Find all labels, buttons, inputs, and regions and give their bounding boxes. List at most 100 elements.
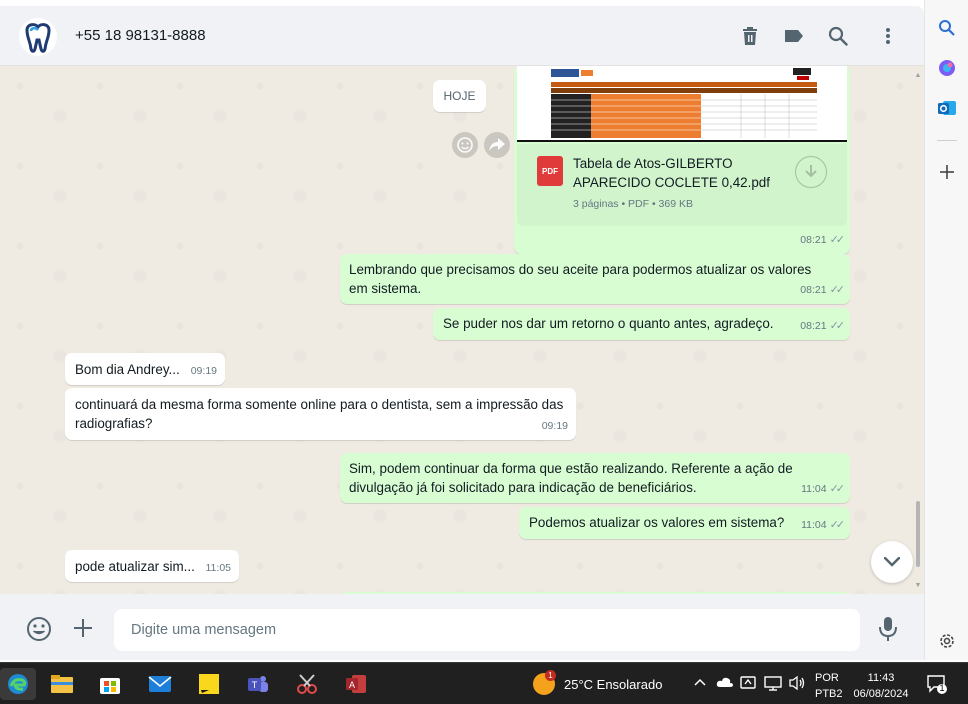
document-preview[interactable] bbox=[517, 66, 847, 142]
document-filename[interactable]: Tabela de Atos-GILBERTO APARECIDO COCLET… bbox=[573, 154, 783, 192]
delete-icon[interactable] bbox=[737, 23, 763, 49]
download-icon bbox=[805, 165, 817, 178]
taskbar-edge-icon[interactable] bbox=[0, 668, 36, 700]
label-icon[interactable] bbox=[781, 23, 807, 49]
add-icon[interactable] bbox=[935, 160, 959, 184]
taskbar-snipping-tool-icon[interactable] bbox=[289, 668, 325, 700]
windows-taskbar: T A 1 25°C Ensolarado POR PTB2 11:43 06/… bbox=[0, 662, 968, 704]
microphone-icon bbox=[879, 617, 897, 641]
message-meta: 11:05 bbox=[206, 559, 232, 578]
taskbar-access-icon[interactable]: A bbox=[338, 668, 374, 700]
plus-icon bbox=[74, 619, 92, 637]
scrollbar-thumb[interactable] bbox=[916, 501, 920, 567]
tray-volume-icon[interactable] bbox=[788, 675, 806, 694]
notification-count: 1 bbox=[939, 683, 945, 693]
message-meta: 08:21 ✓✓ bbox=[800, 231, 846, 250]
message-text: pode atualizar sim... bbox=[75, 559, 195, 574]
notification-center-icon[interactable]: 1 bbox=[926, 673, 948, 695]
message-time: 11:04 bbox=[801, 519, 827, 531]
message-meta: 09:19 bbox=[191, 362, 217, 381]
emoji-icon bbox=[27, 617, 51, 641]
contact-name[interactable]: +55 18 98131-8888 bbox=[75, 27, 206, 44]
emoji-button[interactable] bbox=[25, 615, 53, 643]
message-bubble-out[interactable]: Sim, podem continuar da forma que estão … bbox=[340, 453, 850, 503]
settings-gear-icon[interactable] bbox=[935, 629, 959, 653]
chat-window: +55 18 98131-8888 HOJE PDF Tabela de Ato… bbox=[0, 6, 924, 660]
menu-icon[interactable] bbox=[875, 23, 901, 49]
message-text: Lembrando que precisamos do seu aceite p… bbox=[349, 262, 812, 296]
taskbar-store-icon[interactable] bbox=[92, 668, 128, 700]
message-text: Sim, podem continuar da forma que estão … bbox=[349, 461, 793, 495]
message-text: Podemos atualizar os valores em sistema? bbox=[529, 515, 785, 530]
message-time: 08:21 bbox=[800, 320, 827, 332]
weather-text[interactable]: 25°C Ensolarado bbox=[564, 677, 662, 692]
message-time: 11:04 bbox=[801, 483, 827, 495]
search-icon[interactable] bbox=[935, 16, 959, 40]
message-time: 08:21 bbox=[800, 284, 827, 296]
taskbar-teams-icon[interactable]: T bbox=[240, 668, 276, 700]
voice-message-button[interactable] bbox=[876, 615, 900, 643]
message-time: 11:05 bbox=[205, 562, 232, 574]
sidebar-divider bbox=[937, 140, 957, 141]
date-chip: HOJE bbox=[433, 80, 486, 112]
svg-text:A: A bbox=[349, 680, 355, 690]
browser-sidebar bbox=[924, 0, 968, 660]
tray-onedrive-icon[interactable] bbox=[716, 675, 734, 692]
message-text: continuará da mesma forma somente online… bbox=[75, 397, 564, 431]
download-button[interactable] bbox=[795, 156, 827, 188]
document-card[interactable]: PDF Tabela de Atos-GILBERTO APARECIDO CO… bbox=[517, 144, 847, 226]
weather-badge: 1 bbox=[545, 670, 556, 681]
message-time: 08:21 bbox=[800, 234, 827, 246]
message-bubble-out[interactable]: Podemos atualizar os valores em sistema?… bbox=[519, 507, 850, 539]
read-ticks-icon: ✓✓ bbox=[829, 284, 846, 296]
message-meta: 09:19 bbox=[542, 417, 568, 436]
language-code: POR bbox=[815, 672, 839, 684]
message-meta: 11:04 ✓✓ bbox=[801, 480, 846, 499]
taskbar-sticky-notes-icon[interactable] bbox=[191, 668, 227, 700]
scroll-down-arrow-icon[interactable]: ▼ bbox=[914, 582, 922, 590]
copilot-icon[interactable] bbox=[935, 56, 959, 80]
message-bubble-in[interactable]: pode atualizar sim... 11:05 bbox=[65, 550, 239, 582]
chevron-down-icon bbox=[884, 557, 900, 567]
app-root: +55 18 98131-8888 HOJE PDF Tabela de Ato… bbox=[0, 0, 968, 704]
tray-connect-icon[interactable] bbox=[740, 675, 756, 694]
tooth-logo-icon bbox=[25, 23, 51, 53]
scroll-to-bottom-button[interactable] bbox=[871, 541, 913, 583]
document-thumbnail-icon bbox=[517, 66, 847, 142]
message-bubble-in[interactable]: Bom dia Andrey... 09:19 bbox=[65, 353, 225, 385]
svg-text:T: T bbox=[252, 680, 258, 690]
outlook-icon[interactable] bbox=[935, 96, 959, 120]
read-ticks-icon: ✓✓ bbox=[829, 483, 846, 495]
avatar[interactable] bbox=[19, 18, 57, 56]
read-ticks-icon: ✓✓ bbox=[829, 519, 846, 531]
message-bubble-out[interactable]: Lembrando que precisamos do seu aceite p… bbox=[340, 254, 850, 304]
read-ticks-icon: ✓✓ bbox=[829, 234, 846, 246]
emoji-reaction-icon[interactable] bbox=[452, 132, 478, 158]
tray-network-icon[interactable] bbox=[764, 675, 782, 694]
message-text: Bom dia Andrey... bbox=[75, 362, 180, 377]
message-meta: 08:21 ✓✓ bbox=[800, 281, 846, 300]
taskbar-clock[interactable]: 11:43 06/08/2024 bbox=[851, 670, 911, 702]
scrollbar[interactable]: ▲ ▼ bbox=[914, 66, 922, 594]
message-text: Se puder nos dar um retorno o quanto ant… bbox=[443, 316, 774, 331]
read-ticks-icon: ✓✓ bbox=[829, 320, 846, 332]
attach-button[interactable] bbox=[70, 615, 96, 641]
pdf-file-icon: PDF bbox=[537, 156, 563, 186]
keyboard-layout: PTB2 bbox=[815, 688, 843, 700]
tray-overflow-chevron-icon[interactable] bbox=[694, 675, 706, 690]
message-time: 09:19 bbox=[190, 365, 217, 377]
composer-bar bbox=[0, 594, 924, 660]
message-bubble-out[interactable]: Se puder nos dar um retorno o quanto ant… bbox=[433, 308, 850, 340]
search-icon[interactable] bbox=[825, 23, 851, 49]
input-language-indicator[interactable]: POR PTB2 bbox=[815, 670, 843, 702]
scroll-up-arrow-icon[interactable]: ▲ bbox=[914, 72, 922, 80]
taskbar-file-explorer-icon[interactable] bbox=[44, 668, 80, 700]
message-time: 09:19 bbox=[541, 420, 568, 432]
message-meta: 08:21 ✓✓ bbox=[800, 317, 846, 336]
message-list[interactable]: HOJE PDF Tabela de Atos-GILBERTO APARECI… bbox=[0, 66, 924, 594]
message-input[interactable] bbox=[114, 609, 860, 651]
taskbar-mail-icon[interactable] bbox=[142, 668, 178, 700]
forward-icon[interactable] bbox=[484, 132, 510, 158]
message-bubble-in[interactable]: continuará da mesma forma somente online… bbox=[65, 388, 576, 440]
document-message[interactable]: PDF Tabela de Atos-GILBERTO APARECIDO CO… bbox=[514, 66, 850, 254]
